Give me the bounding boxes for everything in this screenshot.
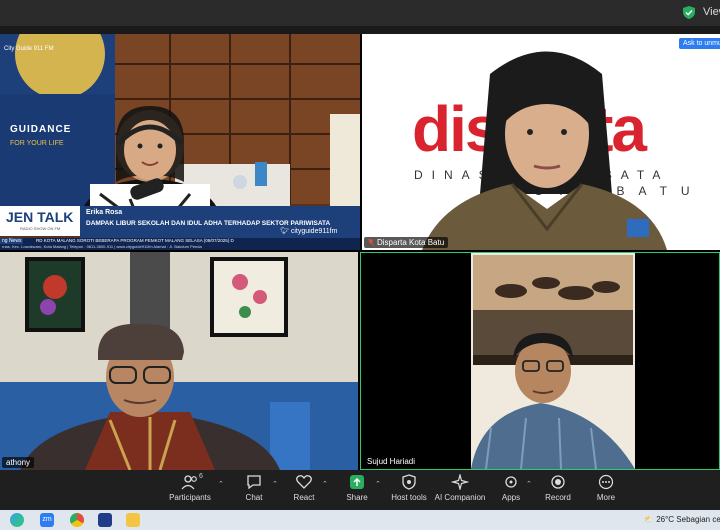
brand-label: City Guide 911 FM xyxy=(4,46,54,52)
share-label: Share xyxy=(346,493,368,502)
twitter-icon: 🐦︎ xyxy=(280,228,289,235)
host-tools-label: Host tools xyxy=(391,493,427,502)
chat-label: Chat xyxy=(245,493,263,502)
participant-name: athony xyxy=(6,458,31,467)
video-tile-sujud-hariadi[interactable]: Sujud Hariadi xyxy=(360,252,720,470)
meeting-toolbar: Participants 6 ⌃ Chat ⌃ React ⌃ Share ⌃ … xyxy=(0,470,720,510)
video-grid: City Guide 911 FM GUIDANCE FOR YOUR LIFE… xyxy=(0,34,720,470)
view-button[interactable]: View xyxy=(703,6,720,18)
show-sub: RADIO SHOW ON FM xyxy=(20,226,61,231)
heart-icon xyxy=(296,475,312,489)
chat-icon xyxy=(247,475,261,490)
weather-widget[interactable]: ⛅ 26°C Sebagian cera xyxy=(644,515,720,524)
record-label: Record xyxy=(545,493,571,502)
video-tile-athony[interactable]: athony xyxy=(0,252,358,470)
participants-icon xyxy=(181,475,197,490)
more-label: More xyxy=(596,493,616,502)
video-tile-disparta[interactable]: Ask to unmute disparta DINAS PARIWISATA … xyxy=(362,34,720,250)
window-titlebar: View xyxy=(0,0,720,26)
share-button[interactable]: Share xyxy=(327,474,387,502)
participant-scene xyxy=(471,253,635,469)
apps-label: Apps xyxy=(501,493,521,502)
host-name: Erika Rosa xyxy=(86,209,123,216)
react-button[interactable]: React xyxy=(274,474,334,502)
shield-icon xyxy=(402,474,416,490)
chrome-icon[interactable] xyxy=(70,513,84,527)
show-logo: JEN TALK RADIO SHOW ON FM xyxy=(0,206,80,236)
headline: DAMPAK LIBUR SEKOLAH DAN IDUL ADHA TERHA… xyxy=(86,220,331,227)
weather-text: 26°C Sebagian cera xyxy=(656,515,720,524)
participants-count: 6 xyxy=(199,473,203,480)
participant-scene xyxy=(0,252,358,470)
your-line-text: FOR YOUR LIFE xyxy=(10,140,64,147)
social-handle: 🐦︎ cityguide911fm xyxy=(280,227,337,235)
apps-icon xyxy=(505,476,517,488)
ticker-bar: ng News RD KOTA MALANG SOROTI BEBERAPA P… xyxy=(0,238,360,250)
address-text: rnas, Kec. Lowokwaru, Kota Malang | Tele… xyxy=(2,244,202,249)
folder-icon[interactable] xyxy=(126,513,140,527)
participant-figure xyxy=(422,51,667,250)
record-icon xyxy=(551,475,565,489)
participants-button[interactable]: Participants xyxy=(160,474,220,502)
shield-check-icon[interactable] xyxy=(683,6,695,19)
participant-name-tag: Sujud Hariadi xyxy=(363,456,420,467)
app-icon[interactable] xyxy=(98,513,112,527)
more-button[interactable]: More xyxy=(576,474,636,502)
zoom-app-icon[interactable]: zm xyxy=(40,513,54,527)
ai-companion-label: AI Companion xyxy=(434,493,486,502)
social-handle-text: cityguide911fm xyxy=(290,228,338,235)
video-tile-broadcast[interactable]: City Guide 911 FM GUIDANCE FOR YOUR LIFE… xyxy=(0,34,360,250)
share-icon xyxy=(350,475,364,489)
guidance-text: GUIDANCE xyxy=(10,124,72,135)
os-taskbar: zm ⛅ 26°C Sebagian cera xyxy=(0,510,720,530)
participant-name-tag: athony xyxy=(2,457,35,468)
participant-name-tag: Disparta Kota Batu xyxy=(364,237,449,248)
participants-chevron-up-icon[interactable]: ⌃ xyxy=(218,480,224,488)
participants-label: Participants xyxy=(169,493,211,502)
show-title: JEN TALK xyxy=(6,209,74,225)
more-icon xyxy=(598,474,614,490)
participant-name: Sujud Hariadi xyxy=(367,457,416,466)
ticker-text: RD KOTA MALANG SOROTI BEBERAPA PROGRAM P… xyxy=(36,238,234,243)
edge-icon[interactable] xyxy=(10,513,24,527)
sun-cloud-icon: ⛅ xyxy=(644,515,654,524)
react-label: React xyxy=(293,493,315,502)
participant-name: Disparta Kota Batu xyxy=(377,238,445,247)
sparkle-icon xyxy=(451,474,469,490)
mic-muted-icon xyxy=(368,239,374,246)
